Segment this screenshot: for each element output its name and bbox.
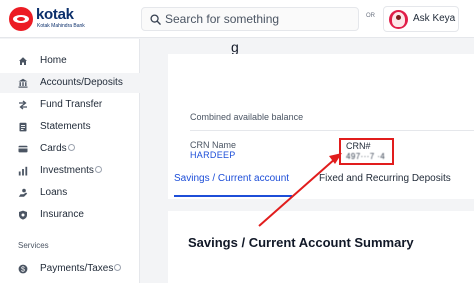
kotak-logo-icon	[9, 7, 33, 31]
info-icon[interactable]	[67, 144, 75, 151]
crn-name-label: CRN Name	[190, 140, 237, 150]
chart-icon	[18, 166, 28, 176]
info-icon[interactable]	[94, 166, 102, 173]
summary-title: Savings / Current Account Summary	[188, 235, 414, 250]
ask-keya-label: Ask Keya	[413, 13, 456, 24]
balance-card: Combined available balance CRN Name HARD…	[168, 54, 474, 187]
search-placeholder: Search for something	[165, 12, 280, 26]
sidebar-item-fund-transfer[interactable]: Fund Transfer	[0, 95, 140, 115]
sidebar-item-payments-taxes[interactable]: $ Payments/Taxes	[0, 259, 140, 279]
active-tab-indicator	[174, 195, 292, 197]
sidebar-item-cards[interactable]: Cards	[0, 139, 140, 159]
divider	[190, 130, 474, 131]
sidebar-item-label: Fund Transfer	[40, 99, 103, 110]
keya-avatar-icon	[389, 10, 408, 29]
services-section-label: Services	[18, 241, 49, 250]
logo-subtitle: Kotak Mahindra Bank	[37, 23, 85, 29]
sidebar-item-home[interactable]: Home	[0, 51, 140, 71]
sidebar-item-label: Payments/Taxes	[40, 263, 122, 274]
crn-value: 497···7 ·4	[346, 152, 386, 161]
tab-fixed-recurring-deposits[interactable]: Fixed and Recurring Deposits	[319, 173, 451, 199]
sidebar-item-insurance[interactable]: Insurance	[0, 205, 140, 225]
or-separator: OR	[366, 13, 375, 19]
search-icon	[150, 14, 161, 25]
sidebar-item-label: Home	[40, 55, 67, 66]
sidebar-item-statements[interactable]: Statements	[0, 117, 140, 137]
combined-balance-label: Combined available balance	[190, 112, 304, 122]
sidebar-item-label: Statements	[40, 121, 91, 132]
crn-highlight-box: CRN# 497···7 ·4	[339, 138, 394, 165]
sidebar-item-label: Cards	[40, 143, 75, 154]
card-icon	[18, 145, 28, 153]
crn-label: CRN#	[346, 141, 371, 151]
sidebar-item-accounts-deposits[interactable]: Accounts/Deposits	[0, 73, 140, 93]
page-heading: g	[231, 39, 239, 55]
main-content: g Combined available balance CRN Name HA…	[141, 39, 474, 283]
loan-icon	[18, 188, 28, 197]
bank-icon	[18, 78, 28, 88]
shield-icon	[19, 210, 27, 220]
sidebar-item-loans[interactable]: Loans	[0, 183, 140, 203]
sidebar-item-label: Insurance	[40, 209, 84, 220]
sidebar-item-label: Loans	[40, 187, 68, 198]
document-icon	[19, 122, 27, 132]
svg-text:$: $	[21, 267, 25, 274]
crn-name-value: HARDEEP	[190, 150, 236, 160]
sidebar-item-investments[interactable]: Investments	[0, 161, 140, 181]
ask-keya-button[interactable]: Ask Keya	[383, 6, 459, 32]
logo-wordmark: kotak	[36, 6, 74, 23]
home-icon	[19, 57, 27, 65]
sidebar-item-label: Accounts/Deposits	[40, 77, 123, 88]
account-tabs: Savings / Current account Fixed and Recu…	[168, 169, 474, 199]
transfer-icon	[19, 100, 27, 110]
summary-card: Savings / Current Account Summary	[168, 211, 474, 283]
search-input[interactable]: Search for something	[141, 7, 359, 31]
sidebar: Home Accounts/Deposits Fund Transfer Sta…	[0, 39, 140, 283]
kotak-logo[interactable]: kotak Kotak Mahindra Bank	[9, 6, 109, 32]
sidebar-item-label: Investments	[40, 165, 102, 176]
info-icon[interactable]	[114, 264, 122, 271]
top-bar: kotak Kotak Mahindra Bank Search for som…	[0, 0, 474, 38]
payments-icon: $	[18, 264, 28, 274]
